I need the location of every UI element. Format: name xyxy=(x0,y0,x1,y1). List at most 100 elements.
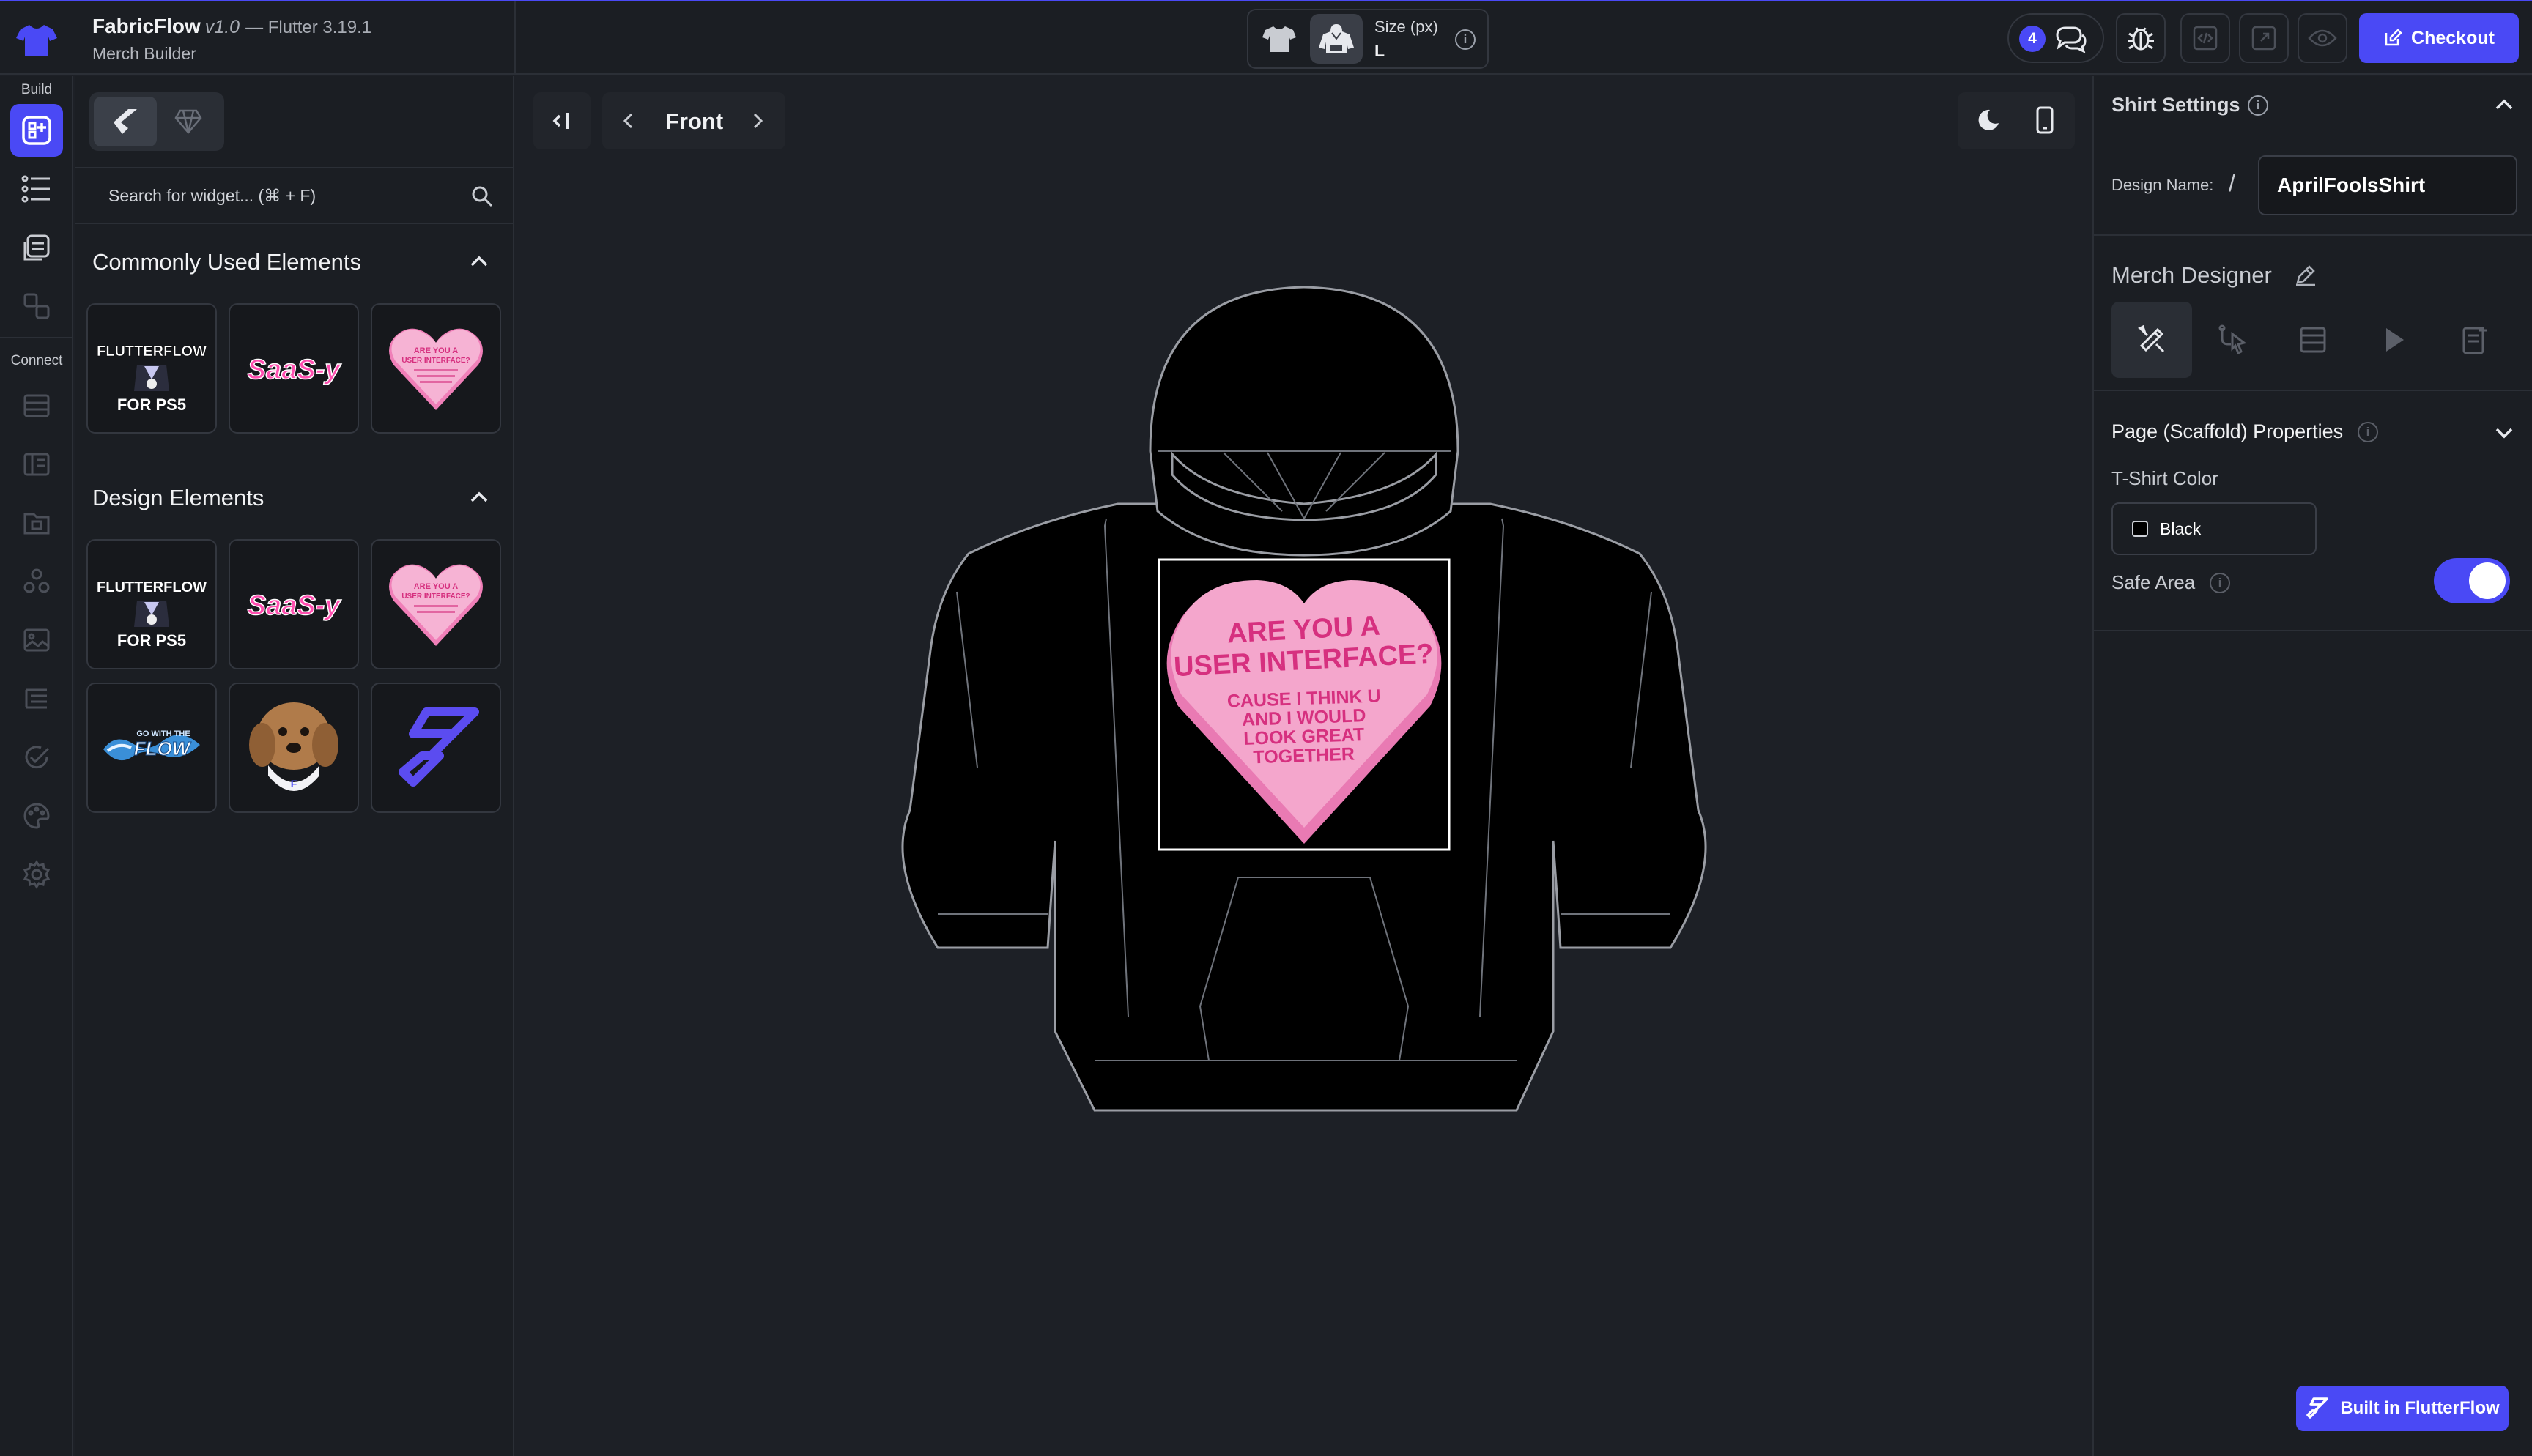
rail-widget-tree[interactable] xyxy=(10,163,63,215)
design-name-separator: / xyxy=(2229,170,2235,196)
tab-design-tools[interactable] xyxy=(2111,302,2192,378)
dark-mode-toggle[interactable] xyxy=(1975,107,2002,137)
tab-documentation[interactable] xyxy=(2434,302,2514,378)
info-icon[interactable]: i xyxy=(2248,95,2268,116)
design-name-input[interactable] xyxy=(2259,157,2516,214)
top-bar: FabricFlow v1.0— Flutter 3.19.1 Merch Bui… xyxy=(0,0,2532,75)
divider xyxy=(2094,630,2532,631)
svg-text:F: F xyxy=(291,778,297,790)
chat-icon xyxy=(2054,25,2087,58)
database-icon xyxy=(23,394,50,417)
debug-button[interactable] xyxy=(2116,13,2166,63)
flutterflow-ps5-sticker: FLUTTERFLOW FOR PS5 xyxy=(97,343,207,414)
code-view-button[interactable] xyxy=(2180,13,2230,63)
safe-area-toggle[interactable] xyxy=(2434,558,2510,603)
flutterflow-icon xyxy=(114,109,137,134)
checkout-button[interactable]: Checkout xyxy=(2359,13,2519,63)
info-icon[interactable]: i xyxy=(1455,29,1476,50)
chevron-right-icon[interactable] xyxy=(747,110,768,135)
element-tile-go-with-the-flow[interactable]: GO WITH THE FLOW xyxy=(86,683,217,813)
design-line6: TOGETHER xyxy=(1253,744,1355,768)
comments-button[interactable]: 4 xyxy=(2007,13,2104,63)
tshirt-color-value: Black xyxy=(2160,519,2202,538)
color-swatch xyxy=(2132,521,2148,537)
element-tile-heart[interactable]: ARE YOU A USER INTERFACE? xyxy=(371,303,501,434)
hoodie-button[interactable] xyxy=(1310,14,1363,64)
ps5-line2: FOR PS5 xyxy=(117,395,186,414)
gear-icon xyxy=(23,860,51,889)
flutterflow-tab[interactable] xyxy=(94,97,157,146)
chevron-down-icon[interactable] xyxy=(2492,420,2516,447)
cursor-flow-icon xyxy=(2218,324,2247,355)
search-icon[interactable] xyxy=(470,185,494,212)
phone-icon xyxy=(2036,106,2054,134)
list-tree-icon xyxy=(21,175,50,203)
element-tile-flutterflow-ps5[interactable]: FLUTTERFLOW FOR PS5 xyxy=(86,539,217,669)
api-list-icon xyxy=(23,453,50,476)
rail-data[interactable] xyxy=(10,379,63,432)
tshirt-color-select[interactable]: Black xyxy=(2111,502,2317,555)
hoodie-mockup: ARE YOU A USER INTERFACE? CAUSE I THINK … xyxy=(901,286,1707,1112)
collapse-panel-button[interactable] xyxy=(533,92,591,149)
rail-pages[interactable] xyxy=(10,221,63,274)
element-tile-flutterflow-logo[interactable] xyxy=(371,683,501,813)
diamond-icon xyxy=(174,109,202,134)
navigation-rail: Build Connect xyxy=(0,76,73,1456)
element-tile-dog[interactable]: F xyxy=(229,683,359,813)
garment-preview[interactable]: ARE YOU A USER INTERFACE? CAUSE I THINK … xyxy=(828,284,1780,1119)
element-tile-saasy[interactable]: SaaS-y xyxy=(229,303,359,434)
ps5-line1: FLUTTERFLOW xyxy=(97,343,207,360)
tshirt-color-label: T-Shirt Color xyxy=(2111,467,2218,489)
design-elements-title: Design Elements xyxy=(92,485,264,510)
edit-pencil-icon[interactable] xyxy=(2293,262,2318,291)
rail-components[interactable] xyxy=(10,280,63,333)
tab-animations[interactable] xyxy=(2353,302,2434,378)
tab-backend[interactable] xyxy=(2273,302,2353,378)
divider xyxy=(2094,390,2532,391)
heart-candy-sticker: ARE YOU A USER INTERFACE? xyxy=(389,564,483,646)
common-elements-title: Commonly Used Elements xyxy=(92,249,361,275)
edit-box-icon xyxy=(2385,29,2402,46)
build-section-label: Build xyxy=(21,82,53,97)
chevron-up-icon[interactable] xyxy=(467,485,491,508)
rail-api[interactable] xyxy=(10,438,63,491)
svg-text:ARE YOU A: ARE YOU A xyxy=(414,346,459,355)
rail-media[interactable] xyxy=(10,614,63,666)
chevron-up-icon[interactable] xyxy=(2492,92,2516,119)
search-input[interactable] xyxy=(75,168,470,223)
device-preview-button[interactable] xyxy=(2034,105,2056,138)
eye-icon xyxy=(2308,29,2337,47)
divider xyxy=(2094,234,2532,236)
preview-button[interactable] xyxy=(2298,13,2347,63)
info-icon[interactable]: i xyxy=(2210,573,2230,593)
element-tile-heart[interactable]: ARE YOU A USER INTERFACE? xyxy=(371,539,501,669)
svg-text:FLUTTERFLOW: FLUTTERFLOW xyxy=(97,579,207,595)
add-widget-icon xyxy=(22,116,51,145)
hoodie-icon xyxy=(1319,24,1354,53)
open-external-button[interactable] xyxy=(2239,13,2289,63)
rail-tests[interactable] xyxy=(10,731,63,784)
tshirt-icon xyxy=(1262,26,1296,52)
rail-integrations[interactable] xyxy=(10,555,63,608)
chevron-up-icon[interactable] xyxy=(467,249,491,272)
shirt-settings-title: Shirt Settings xyxy=(2111,94,2240,116)
element-tile-flutterflow-ps5[interactable]: FLUTTERFLOW FOR PS5 xyxy=(86,303,217,434)
chevron-left-icon[interactable] xyxy=(618,110,639,135)
size-value[interactable]: L xyxy=(1374,41,1385,61)
element-tile-saasy[interactable]: SaaS-y xyxy=(229,539,359,669)
tshirt-button[interactable] xyxy=(1253,14,1306,64)
info-icon[interactable]: i xyxy=(2358,422,2378,442)
heart-candy-sticker: ARE YOU A USER INTERFACE? xyxy=(389,328,483,410)
app-subtitle: Merch Builder xyxy=(92,44,196,63)
tab-actions[interactable] xyxy=(2192,302,2273,378)
premium-tab[interactable] xyxy=(157,97,220,146)
garment-size-switcher: Size (px) L i xyxy=(1247,9,1489,69)
rail-settings[interactable] xyxy=(10,848,63,901)
saas-y-sticker: SaaS-y xyxy=(247,354,342,386)
play-icon xyxy=(2386,328,2404,352)
rail-theme[interactable] xyxy=(10,790,63,842)
rail-files[interactable] xyxy=(10,497,63,549)
rail-widget-builder[interactable] xyxy=(10,104,63,157)
built-in-flutterflow-badge[interactable]: Built in FlutterFlow xyxy=(2296,1386,2509,1431)
rail-text[interactable] xyxy=(10,672,63,725)
